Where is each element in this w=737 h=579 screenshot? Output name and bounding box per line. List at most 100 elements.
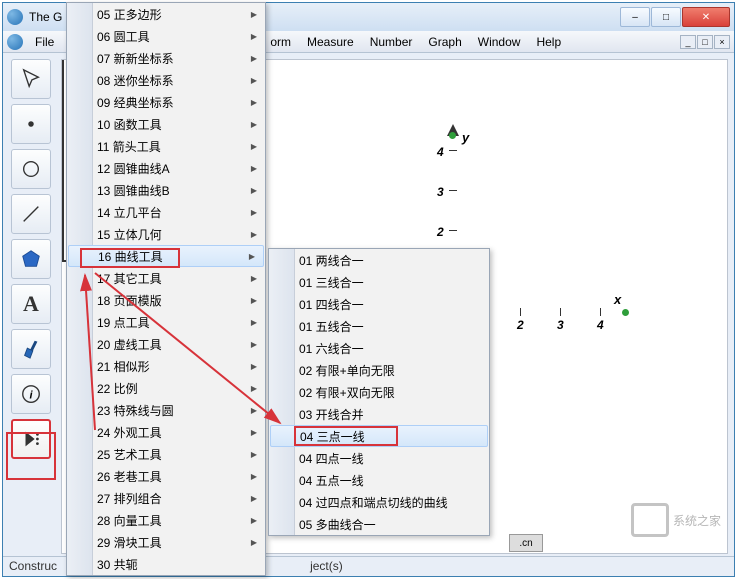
submenu-arrow-icon: ▶ [251, 10, 257, 19]
submenu-arrow-icon: ▶ [251, 472, 257, 481]
menu-form[interactable]: orm [262, 33, 299, 51]
menu2-item-10[interactable]: 04 五点一线 [269, 469, 489, 491]
menu2-item-5[interactable]: 02 有限+单向无限 [269, 359, 489, 381]
menu1-item-6[interactable]: 11 箭头工具▶ [67, 135, 265, 157]
point-tool-icon[interactable] [11, 104, 51, 144]
submenu-arrow-icon: ▶ [251, 340, 257, 349]
menu-file[interactable]: File [27, 33, 62, 51]
menu1-item-12[interactable]: 17 其它工具▶ [67, 267, 265, 289]
menu1-item-0[interactable]: 05 正多边形▶ [67, 3, 265, 25]
close-button[interactable]: ✕ [682, 7, 730, 27]
polygon-tool-icon[interactable] [11, 239, 51, 279]
x-tick-4: 4 [597, 318, 604, 332]
menu2-item-4[interactable]: 01 六线合一 [269, 337, 489, 359]
submenu-arrow-icon: ▶ [251, 516, 257, 525]
menu2-item-1[interactable]: 01 三线合一 [269, 271, 489, 293]
menu1-item-25[interactable]: 30 共轭 [67, 553, 265, 575]
menu1-item-5[interactable]: 10 函数工具▶ [67, 113, 265, 135]
menu1-item-20[interactable]: 25 艺术工具▶ [67, 443, 265, 465]
select-arrow-icon[interactable] [11, 59, 51, 99]
tool-palette: A i [7, 59, 55, 459]
menu2-item-2[interactable]: 01 四线合一 [269, 293, 489, 315]
mdi-close-button[interactable]: × [714, 35, 730, 49]
submenu-arrow-icon: ▶ [251, 274, 257, 283]
y-axis [62, 60, 64, 260]
menu1-item-1[interactable]: 06 圆工具▶ [67, 25, 265, 47]
menu1-item-24[interactable]: 29 滑块工具▶ [67, 531, 265, 553]
info-tool-icon[interactable]: i [11, 374, 51, 414]
menu1-item-21[interactable]: 26 老巷工具▶ [67, 465, 265, 487]
y-axis-label: y [462, 130, 469, 145]
submenu-arrow-icon: ▶ [251, 54, 257, 63]
submenu-arrow-icon: ▶ [251, 450, 257, 459]
submenu-arrow-icon: ▶ [251, 164, 257, 173]
custom-tool-icon[interactable] [11, 419, 51, 459]
submenu-arrow-icon: ▶ [251, 120, 257, 129]
minimize-button[interactable]: – [620, 7, 650, 27]
menu1-item-9[interactable]: 14 立几平台▶ [67, 201, 265, 223]
status-right: ject(s) [310, 559, 343, 573]
doc-icon [7, 34, 23, 50]
menu1-item-10[interactable]: 15 立体几何▶ [67, 223, 265, 245]
menu-graph[interactable]: Graph [420, 33, 469, 51]
mdi-maximize-button[interactable]: □ [697, 35, 713, 49]
svg-text:i: i [29, 390, 33, 402]
submenu-arrow-icon: ▶ [249, 252, 255, 261]
menu2-item-7[interactable]: 03 开线合并 [269, 403, 489, 425]
curve-tool-submenu: 01 两线合一01 三线合一01 四线合一01 五线合一01 六线合一02 有限… [268, 248, 490, 536]
menu1-item-13[interactable]: 18 页面模版▶ [67, 289, 265, 311]
menu1-item-3[interactable]: 08 迷你坐标系▶ [67, 69, 265, 91]
y-axis-endpoint[interactable] [449, 132, 456, 139]
menu2-item-3[interactable]: 01 五线合一 [269, 315, 489, 337]
menu-window[interactable]: Window [470, 33, 529, 51]
submenu-arrow-icon: ▶ [251, 230, 257, 239]
menu2-item-11[interactable]: 04 过四点和端点切线的曲线 [269, 491, 489, 513]
menu2-item-8[interactable]: 04 三点一线 [270, 425, 488, 447]
submenu-arrow-icon: ▶ [251, 98, 257, 107]
menu2-item-9[interactable]: 04 四点一线 [269, 447, 489, 469]
menu1-item-14[interactable]: 19 点工具▶ [67, 311, 265, 333]
text-tool-icon[interactable]: A [11, 284, 51, 324]
menu-help[interactable]: Help [528, 33, 569, 51]
custom-tool-menu: 05 正多边形▶06 圆工具▶07 新新坐标系▶08 迷你坐标系▶09 经典坐标… [66, 2, 266, 576]
status-left: Construc [9, 559, 57, 573]
menu1-item-17[interactable]: 22 比例▶ [67, 377, 265, 399]
menu1-item-8[interactable]: 13 圆锥曲线B▶ [67, 179, 265, 201]
menu1-item-23[interactable]: 28 向量工具▶ [67, 509, 265, 531]
menu1-item-4[interactable]: 09 经典坐标系▶ [67, 91, 265, 113]
y-tick-2: 2 [437, 225, 444, 239]
watermark: 系统之家 [631, 503, 721, 537]
menu2-item-6[interactable]: 02 有限+双向无限 [269, 381, 489, 403]
circle-tool-icon[interactable] [11, 149, 51, 189]
submenu-arrow-icon: ▶ [251, 32, 257, 41]
menu1-item-16[interactable]: 21 相似形▶ [67, 355, 265, 377]
menu2-item-12[interactable]: 05 多曲线合一 [269, 513, 489, 535]
menu1-item-18[interactable]: 23 特殊线与圆▶ [67, 399, 265, 421]
x-axis-label: x [614, 292, 621, 307]
submenu-arrow-icon: ▶ [251, 296, 257, 305]
menu1-item-7[interactable]: 12 圆锥曲线A▶ [67, 157, 265, 179]
submenu-arrow-icon: ▶ [251, 538, 257, 547]
submenu-arrow-icon: ▶ [251, 428, 257, 437]
menu1-item-15[interactable]: 20 虚线工具▶ [67, 333, 265, 355]
submenu-arrow-icon: ▶ [251, 76, 257, 85]
x-tick-2: 2 [517, 318, 524, 332]
submenu-arrow-icon: ▶ [251, 406, 257, 415]
menu-number[interactable]: Number [362, 33, 421, 51]
submenu-arrow-icon: ▶ [251, 186, 257, 195]
menu2-item-0[interactable]: 01 两线合一 [269, 249, 489, 271]
y-tick-4: 4 [437, 145, 444, 159]
x-axis-endpoint[interactable] [622, 309, 629, 316]
menu1-item-22[interactable]: 27 排列组合▶ [67, 487, 265, 509]
y-tick-3: 3 [437, 185, 444, 199]
cn-badge: .cn [509, 534, 543, 552]
menu1-item-11[interactable]: 16 曲线工具▶ [68, 245, 264, 267]
marker-tool-icon[interactable] [11, 329, 51, 369]
menu1-item-19[interactable]: 24 外观工具▶ [67, 421, 265, 443]
menu-measure[interactable]: Measure [299, 33, 362, 51]
line-tool-icon[interactable] [11, 194, 51, 234]
mdi-minimize-button[interactable]: _ [680, 35, 696, 49]
submenu-arrow-icon: ▶ [251, 208, 257, 217]
maximize-button[interactable]: □ [651, 7, 681, 27]
menu1-item-2[interactable]: 07 新新坐标系▶ [67, 47, 265, 69]
